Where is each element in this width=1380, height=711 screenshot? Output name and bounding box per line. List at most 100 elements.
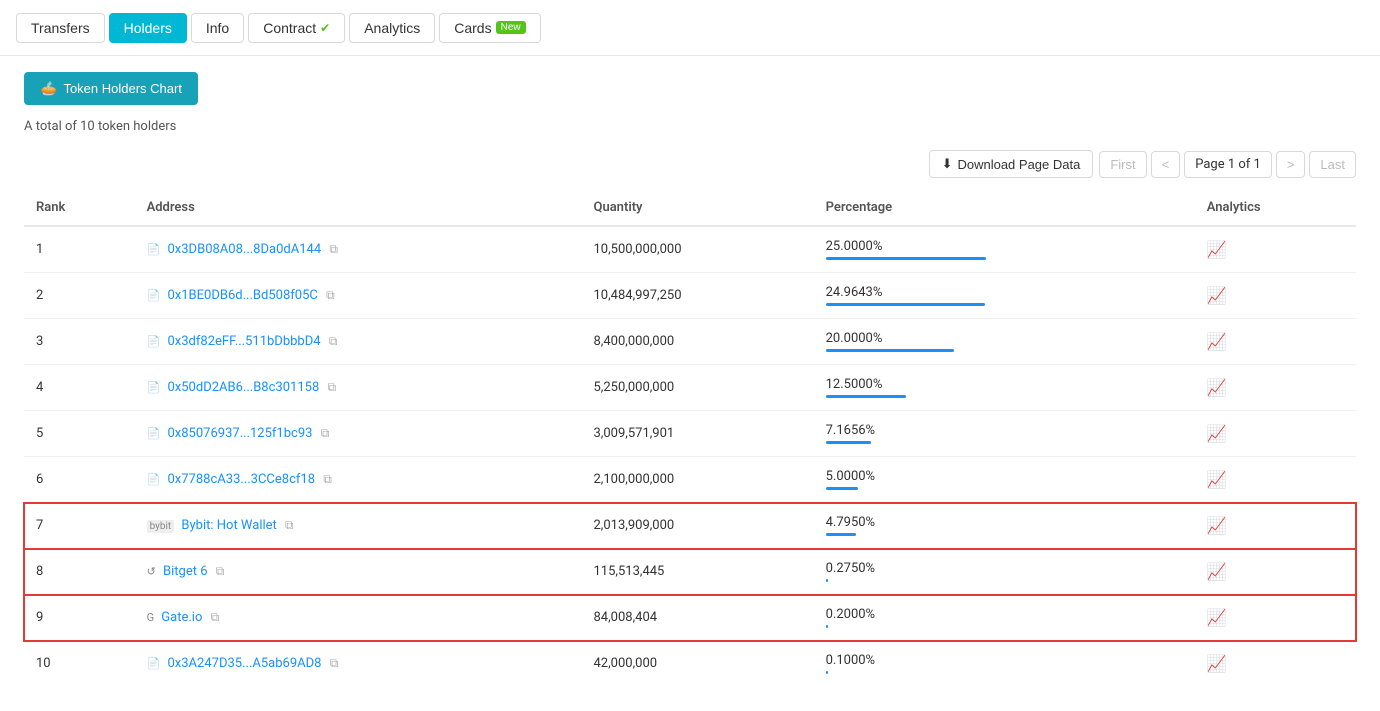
new-badge: New (496, 21, 526, 34)
address-link[interactable]: Bybit: Hot Wallet (181, 518, 276, 533)
address-link[interactable]: 0x50dD2AB6...B8c301158 (168, 380, 320, 395)
nav-tab-contract[interactable]: Contract ✔ (248, 13, 345, 43)
entity-icon: ↺ (147, 565, 156, 578)
first-page-button[interactable]: First (1099, 151, 1146, 178)
percentage-cell: 7.1656% (814, 411, 1195, 457)
copy-icon[interactable]: ⧉ (330, 656, 339, 670)
rank-cell: 4 (24, 365, 135, 411)
address-link[interactable]: 0x85076937...125f1bc93 (168, 426, 313, 441)
analytics-chart-icon[interactable]: 📈 (1207, 332, 1227, 351)
analytics-chart-icon[interactable]: 📈 (1207, 608, 1227, 627)
chart-icon: 🥧 (40, 80, 57, 97)
percentage-cell: 5.0000% (814, 457, 1195, 503)
quantity-cell: 2,100,000,000 (581, 457, 813, 503)
percentage-bar-container: 25.0000% (826, 239, 1183, 260)
copy-icon[interactable]: ⧉ (216, 564, 225, 578)
percentage-bar-container: 12.5000% (826, 377, 1183, 398)
quantity-cell: 84,008,404 (581, 595, 813, 641)
copy-icon[interactable]: ⧉ (326, 288, 335, 302)
address-link[interactable]: 0x1BE0DB6d...Bd508f05C (168, 288, 318, 303)
nav-tab-transfers[interactable]: Transfers (16, 13, 105, 43)
analytics-cell: 📈 (1195, 641, 1356, 687)
copy-icon[interactable]: ⧉ (285, 518, 294, 532)
analytics-cell: 📈 (1195, 319, 1356, 365)
percentage-cell: 0.1000% (814, 641, 1195, 687)
quantity-cell: 2,013,909,000 (581, 503, 813, 549)
analytics-cell: 📈 (1195, 411, 1356, 457)
analytics-chart-icon[interactable]: 📈 (1207, 516, 1227, 535)
address-cell: 📄 0x7788cA33...3CCe8cf18 ⧉ (135, 457, 582, 503)
copy-icon[interactable]: ⧉ (323, 472, 332, 486)
check-icon: ✔ (320, 21, 330, 35)
col-header-quantity: Quantity (581, 190, 813, 226)
percentage-value: 25.0000% (826, 239, 1183, 254)
address-cell: 📄 0x3df82eFF...511bDbbbD4 ⧉ (135, 319, 582, 365)
contract-icon: 📄 (147, 243, 161, 256)
percentage-bar (826, 487, 858, 490)
analytics-chart-icon[interactable]: 📈 (1207, 470, 1227, 489)
copy-icon[interactable]: ⧉ (321, 426, 330, 440)
rank-cell: 5 (24, 411, 135, 457)
percentage-cell: 25.0000% (814, 226, 1195, 273)
rank-cell: 8 (24, 549, 135, 595)
contract-icon: 📄 (147, 473, 161, 486)
address-cell: 📄 0x3A247D35...A5ab69AD8 ⧉ (135, 641, 582, 687)
percentage-cell: 0.2750% (814, 549, 1195, 595)
analytics-chart-icon[interactable]: 📈 (1207, 240, 1227, 259)
nav-tab-holders[interactable]: Holders (109, 13, 187, 43)
table-row: 6 📄 0x7788cA33...3CCe8cf18 ⧉ 2,100,000,0… (24, 457, 1356, 503)
percentage-cell: 0.2000% (814, 595, 1195, 641)
address-cell: 📄 0x1BE0DB6d...Bd508f05C ⧉ (135, 273, 582, 319)
address-cell: 📄 0x85076937...125f1bc93 ⧉ (135, 411, 582, 457)
copy-icon[interactable]: ⧉ (328, 380, 337, 394)
percentage-bar (826, 395, 906, 398)
rank-cell: 10 (24, 641, 135, 687)
percentage-bar (826, 533, 857, 536)
percentage-value: 0.2000% (826, 607, 1183, 622)
address-link[interactable]: Gate.io (161, 610, 202, 625)
token-holders-chart-button[interactable]: 🥧 Token Holders Chart (24, 72, 198, 105)
percentage-bar-container: 5.0000% (826, 469, 1183, 490)
table-row: 7 bybit Bybit: Hot Wallet ⧉ 2,013,909,00… (24, 503, 1356, 549)
quantity-cell: 5,250,000,000 (581, 365, 813, 411)
prev-page-button[interactable]: < (1151, 151, 1181, 178)
holders-table: RankAddressQuantityPercentageAnalytics 1… (24, 190, 1356, 686)
analytics-chart-icon[interactable]: 📈 (1207, 378, 1227, 397)
percentage-bar-container: 4.7950% (826, 515, 1183, 536)
percentage-cell: 24.9643% (814, 273, 1195, 319)
rank-cell: 3 (24, 319, 135, 365)
address-link[interactable]: 0x3DB08A08...8Da0dA144 (168, 242, 322, 257)
quantity-cell: 115,513,445 (581, 549, 813, 595)
percentage-bar (826, 671, 828, 674)
contract-icon: 📄 (147, 381, 161, 394)
download-button[interactable]: ⬇ Download Page Data (929, 150, 1094, 178)
rank-cell: 6 (24, 457, 135, 503)
entity-icon: bybit (147, 520, 175, 533)
analytics-chart-icon[interactable]: 📈 (1207, 424, 1227, 443)
nav-tab-analytics[interactable]: Analytics (349, 13, 435, 43)
next-page-button[interactable]: > (1276, 151, 1306, 178)
nav-tab-info[interactable]: Info (191, 13, 244, 43)
address-link[interactable]: 0x3df82eFF...511bDbbbD4 (168, 334, 321, 349)
copy-icon[interactable]: ⧉ (329, 334, 338, 348)
contract-icon: 📄 (147, 335, 161, 348)
analytics-chart-icon[interactable]: 📈 (1207, 562, 1227, 581)
percentage-value: 0.1000% (826, 653, 1183, 668)
nav-tab-cards[interactable]: Cards New (439, 13, 540, 43)
address-link[interactable]: 0x7788cA33...3CCe8cf18 (168, 472, 316, 487)
rank-cell: 7 (24, 503, 135, 549)
percentage-bar (826, 441, 872, 444)
address-link[interactable]: 0x3A247D35...A5ab69AD8 (168, 656, 322, 671)
address-cell: 📄 0x3DB08A08...8Da0dA144 ⧉ (135, 226, 582, 273)
analytics-chart-icon[interactable]: 📈 (1207, 286, 1227, 305)
col-header-analytics: Analytics (1195, 190, 1356, 226)
copy-icon[interactable]: ⧉ (329, 242, 338, 256)
analytics-chart-icon[interactable]: 📈 (1207, 654, 1227, 673)
summary-text: A total of 10 token holders (24, 119, 1356, 134)
quantity-cell: 42,000,000 (581, 641, 813, 687)
last-page-button[interactable]: Last (1309, 151, 1356, 178)
address-cell: G Gate.io ⧉ (135, 595, 582, 641)
address-link[interactable]: Bitget 6 (163, 564, 208, 579)
percentage-bar-container: 7.1656% (826, 423, 1183, 444)
copy-icon[interactable]: ⧉ (211, 610, 220, 624)
